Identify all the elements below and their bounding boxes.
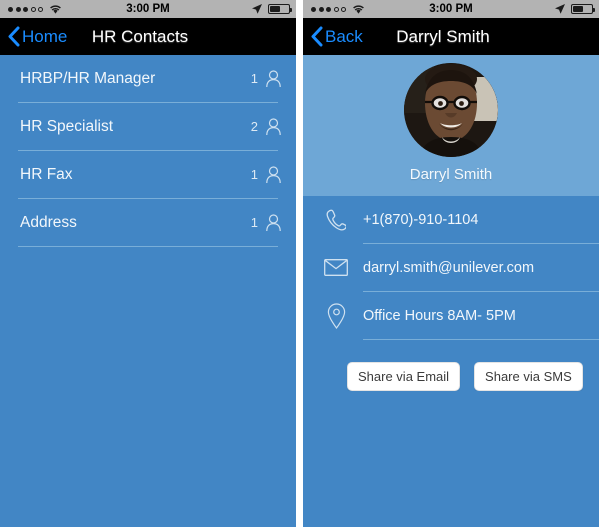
location-arrow-icon (252, 4, 262, 14)
phone-icon (319, 209, 353, 231)
back-button-label: Back (325, 26, 363, 46)
share-buttons-row: Share via Email Share via SMS (303, 340, 599, 391)
chevron-left-icon (311, 26, 323, 47)
status-bar-right: 3:00 PM (303, 0, 599, 18)
list-item-count: 1 (250, 167, 258, 182)
list-item[interactable]: HR Fax 1 (0, 151, 296, 198)
person-icon (266, 69, 281, 87)
list-item[interactable]: HRBP/HR Manager 1 (0, 55, 296, 102)
battery-icon (268, 4, 292, 14)
back-button[interactable]: Back (303, 26, 363, 47)
share-via-email-button[interactable]: Share via Email (347, 362, 461, 391)
contact-photo (404, 63, 498, 157)
status-bar-left: 3:00 PM (0, 0, 296, 18)
contact-phone-value: +1(870)-910-1104 (363, 211, 479, 228)
envelope-icon (319, 259, 353, 276)
list-item[interactable]: HR Specialist 2 (0, 103, 296, 150)
person-icon (266, 213, 281, 231)
avatar (404, 63, 498, 157)
status-bar-right-group (554, 3, 595, 15)
map-pin-icon (319, 302, 353, 329)
chevron-left-icon (8, 26, 20, 47)
contact-name: Darryl Smith (409, 166, 493, 183)
share-via-sms-button[interactable]: Share via SMS (474, 362, 583, 391)
contact-email-value: darryl.smith@unilever.com (363, 259, 535, 276)
contact-location-value: Office Hours 8AM- 5PM (363, 307, 516, 324)
list-item-count: 1 (250, 71, 258, 86)
contact-header: Darryl Smith (303, 55, 599, 196)
location-arrow-icon (555, 4, 565, 14)
contact-detail-list: +1(870)-910-1104 darryl.smith@unilever.c… (303, 196, 599, 391)
list-item-label: HRBP/HR Manager (20, 69, 156, 87)
contact-detail-location[interactable]: Office Hours 8AM- 5PM (303, 292, 599, 339)
hr-contacts-list: HRBP/HR Manager 1 HR Specialist 2 HR Fax… (0, 55, 296, 247)
navigation-bar-right: Back Darryl Smith (303, 18, 599, 55)
left-phone-screen: 3:00 PM Home HR Contacts HRBP/HR Manager… (0, 0, 296, 527)
contact-detail-phone[interactable]: +1(870)-910-1104 (303, 196, 599, 243)
status-bar-right-group (251, 3, 292, 15)
screen-divider (296, 0, 303, 527)
back-button-home[interactable]: Home (0, 26, 67, 47)
right-phone-screen: 3:00 PM Back Darryl Smith Darryl Smith +… (303, 0, 599, 527)
right-content-body: Darryl Smith +1(870)-910-1104 darryl.smi… (303, 55, 599, 527)
navigation-bar-left: Home HR Contacts (0, 18, 296, 55)
list-item-label: HR Fax (20, 165, 73, 183)
left-content-body: HRBP/HR Manager 1 HR Specialist 2 HR Fax… (0, 55, 296, 527)
list-item-count: 1 (250, 215, 258, 230)
list-empty-space (0, 247, 296, 527)
contact-detail-email[interactable]: darryl.smith@unilever.com (303, 244, 599, 291)
person-icon (266, 165, 281, 183)
list-item-label: Address (20, 213, 77, 231)
list-item-label: HR Specialist (20, 117, 114, 135)
battery-icon (571, 4, 595, 14)
person-icon (266, 117, 281, 135)
back-button-label: Home (22, 26, 68, 46)
list-item-count: 2 (250, 119, 258, 134)
dual-screen-container: 3:00 PM Home HR Contacts HRBP/HR Manager… (0, 0, 599, 527)
detail-empty-space (303, 391, 599, 527)
list-item[interactable]: Address 1 (0, 199, 296, 246)
